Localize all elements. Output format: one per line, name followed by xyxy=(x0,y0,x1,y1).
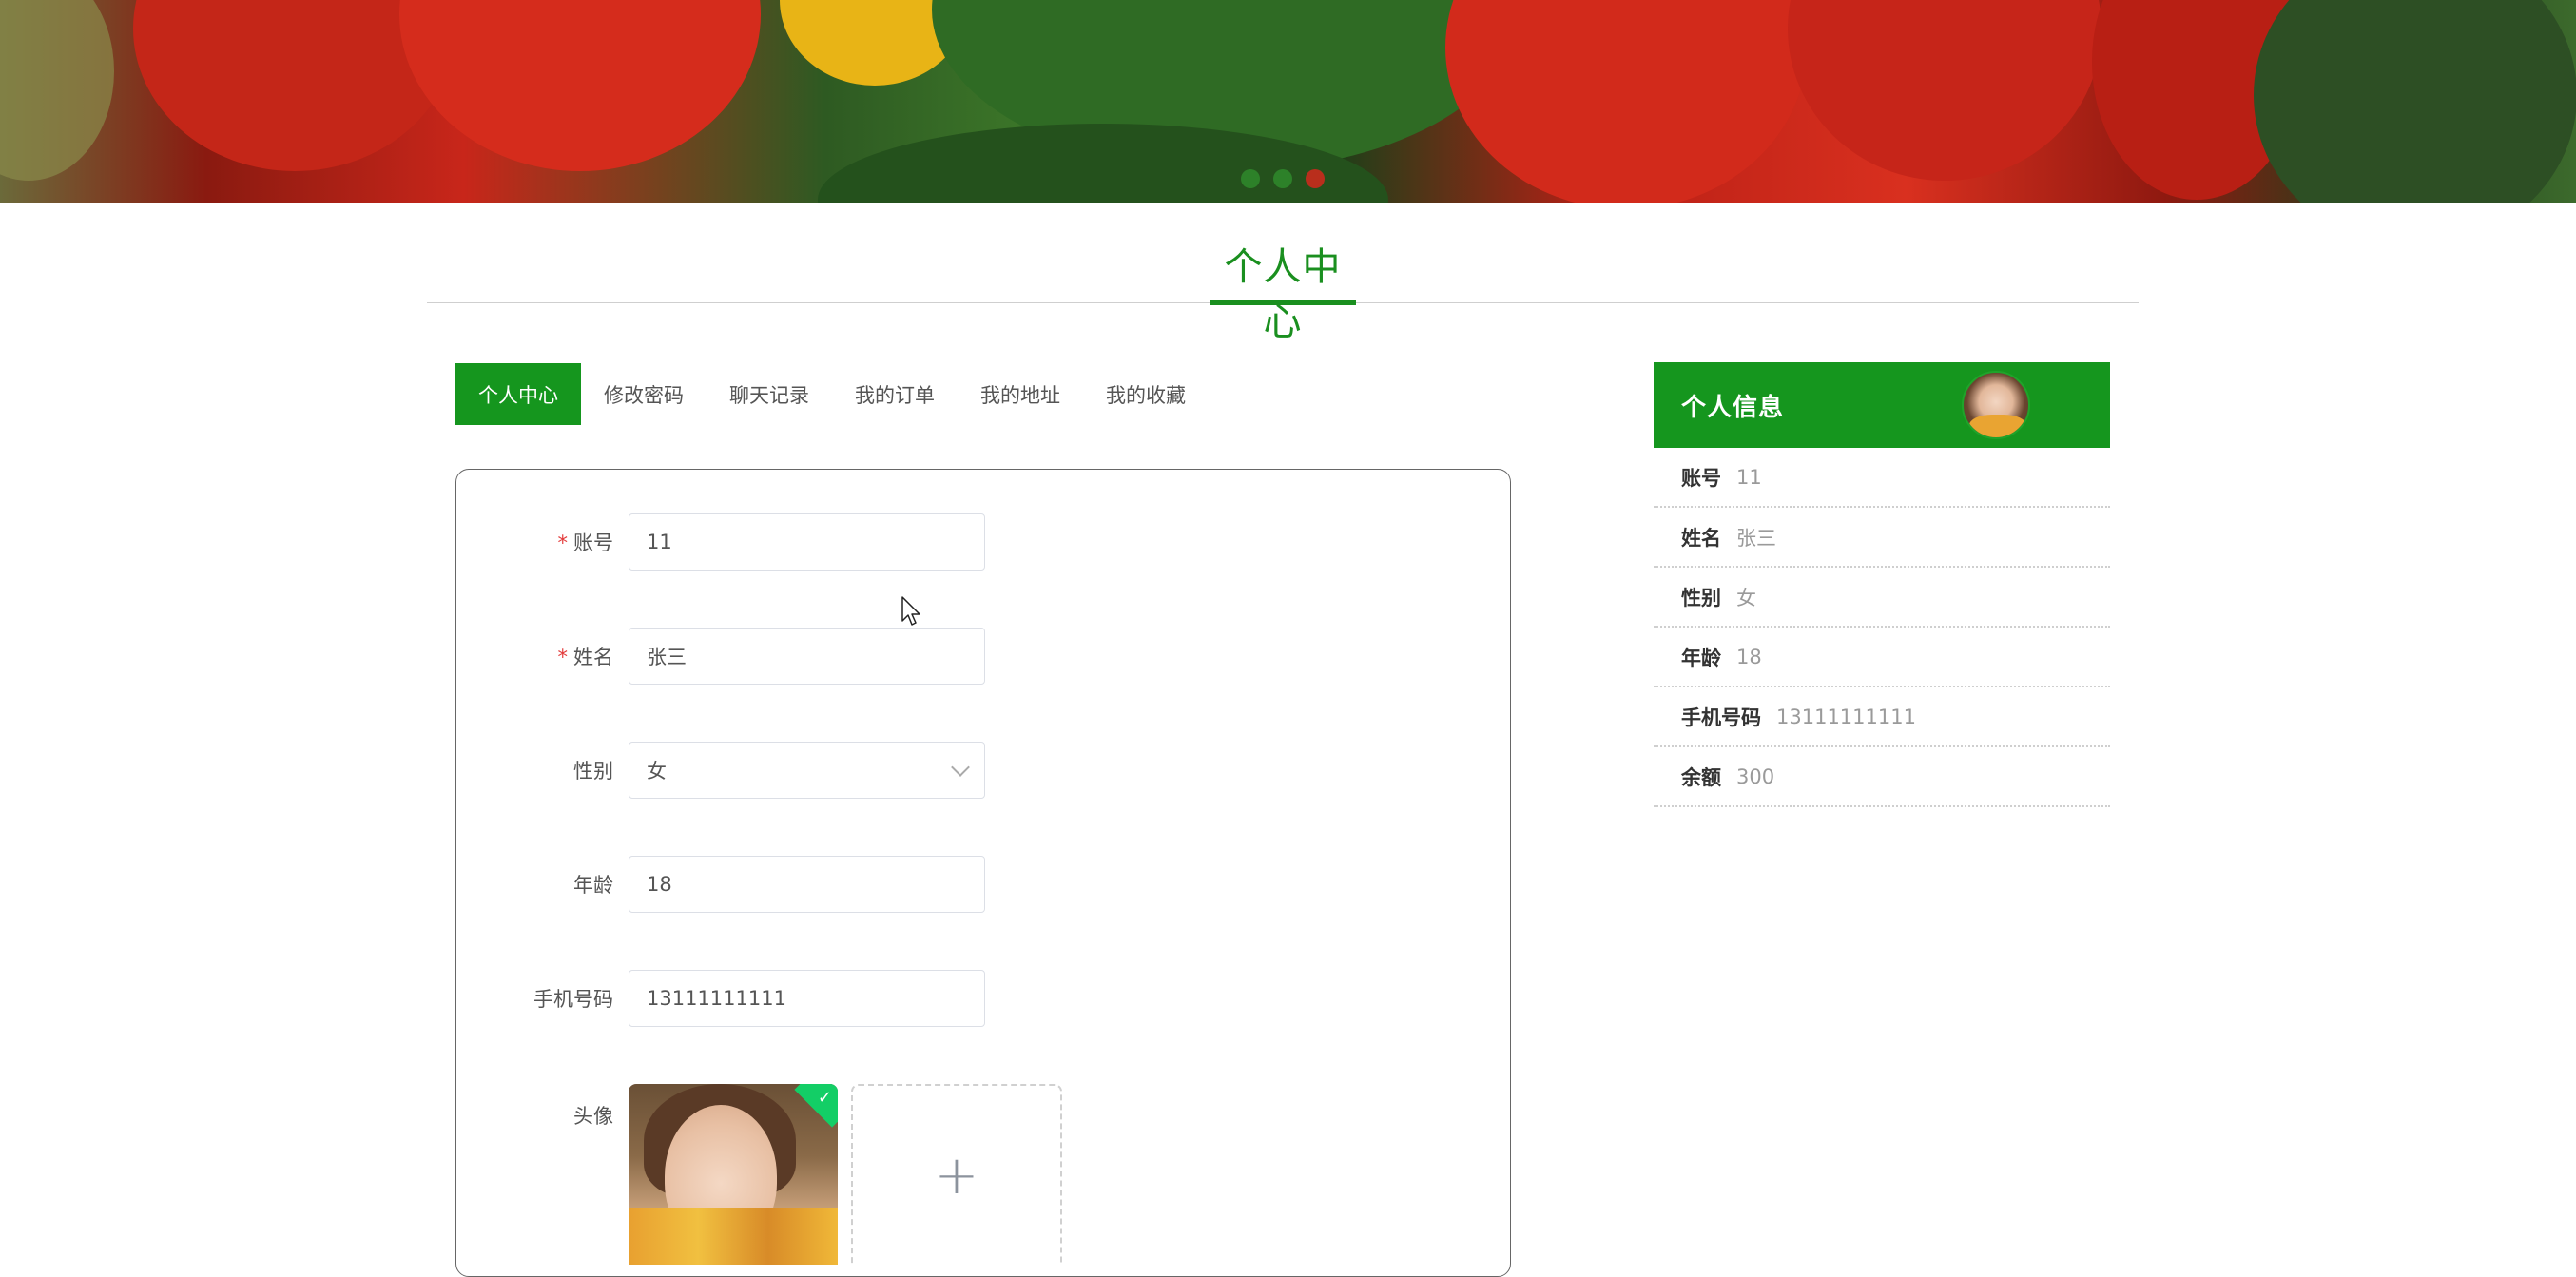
gender-select[interactable]: 女 xyxy=(629,742,985,799)
carousel-dot-1[interactable] xyxy=(1241,169,1260,188)
carousel-dot-2[interactable] xyxy=(1273,169,1292,188)
tab-my-addresses[interactable]: 我的地址 xyxy=(958,363,1083,425)
avatar-label: 头像 xyxy=(573,1105,613,1128)
check-icon: ✓ xyxy=(817,1088,832,1108)
account-input[interactable] xyxy=(629,513,985,571)
phone-input[interactable] xyxy=(629,970,985,1027)
mouse-cursor-icon xyxy=(901,596,920,626)
chevron-down-icon xyxy=(951,758,970,777)
tab-change-password[interactable]: 修改密码 xyxy=(581,363,707,425)
info-row-gender: 性别 女 xyxy=(1654,568,2110,628)
required-mark: * xyxy=(557,532,569,554)
info-card-title: 个人信息 xyxy=(1681,393,1785,422)
tab-my-orders[interactable]: 我的订单 xyxy=(832,363,958,425)
form-row-gender: 性别 女 xyxy=(456,742,985,799)
required-mark: * xyxy=(557,646,569,668)
form-row-account: * 账号 xyxy=(456,513,985,571)
personal-info-card: 个人信息 账号 11 姓名 张三 性别 女 年龄 18 手机号码 1311111… xyxy=(1654,362,2110,807)
form-row-age: 年龄 xyxy=(456,856,985,913)
page-title: 个人中心 xyxy=(1224,245,1342,344)
info-row-balance: 余额 300 xyxy=(1654,747,2110,807)
info-row-age: 年龄 18 xyxy=(1654,628,2110,687)
info-row-account: 账号 11 xyxy=(1654,448,2110,508)
avatar xyxy=(1962,371,2030,439)
plus-icon: + xyxy=(934,1144,979,1207)
form-row-name: * 姓名 xyxy=(456,628,985,685)
profile-tabs: 个人中心 修改密码 聊天记录 我的订单 我的地址 我的收藏 xyxy=(455,363,1209,425)
account-label: * 账号 xyxy=(557,532,614,554)
info-row-phone: 手机号码 13111111111 xyxy=(1654,687,2110,747)
name-input[interactable] xyxy=(629,628,985,685)
title-underline xyxy=(1210,300,1356,305)
hero-banner xyxy=(0,0,2576,203)
info-card-header: 个人信息 xyxy=(1654,362,2110,448)
tab-profile-center[interactable]: 个人中心 xyxy=(455,363,581,425)
form-row-avatar: 头像 ✓ + xyxy=(456,1084,1062,1265)
avatar-preview[interactable]: ✓ xyxy=(629,1084,838,1265)
age-label: 年龄 xyxy=(573,874,613,897)
profile-form: *账号 *姓名 性别 女 年龄 手机号码 头像 ✓ + xyxy=(455,469,1511,1277)
carousel-dot-3[interactable] xyxy=(1306,169,1325,188)
info-row-name: 姓名 张三 xyxy=(1654,508,2110,568)
gender-selected-value: 女 xyxy=(647,760,667,783)
gender-label: 性别 xyxy=(573,760,613,783)
avatar-upload-button[interactable]: + xyxy=(851,1084,1062,1265)
carousel-indicators xyxy=(1241,169,1325,188)
tab-chat-history[interactable]: 聊天记录 xyxy=(707,363,832,425)
phone-label: 手机号码 xyxy=(533,988,613,1011)
age-input[interactable] xyxy=(629,856,985,913)
name-label: * 姓名 xyxy=(557,646,614,668)
form-row-phone: 手机号码 xyxy=(456,970,985,1027)
tab-my-favorites[interactable]: 我的收藏 xyxy=(1083,363,1209,425)
